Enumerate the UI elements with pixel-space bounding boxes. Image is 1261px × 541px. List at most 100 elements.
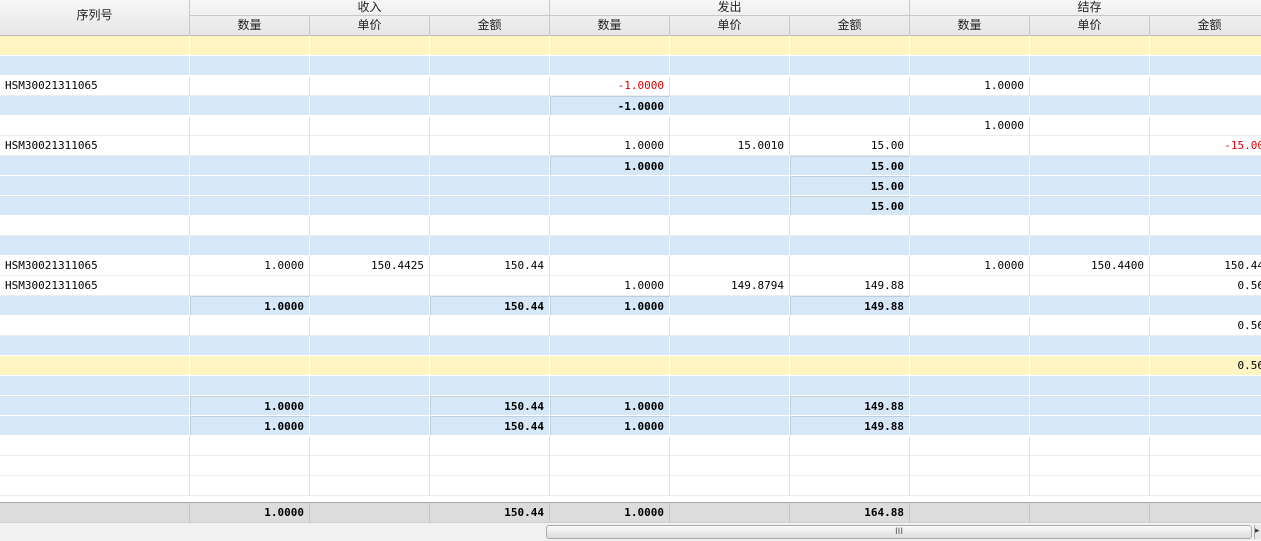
cell-serial[interactable]: HSM30021311065	[0, 256, 190, 276]
cell-income-price[interactable]	[310, 456, 430, 476]
cell-issue-amount[interactable]	[790, 256, 910, 276]
cell-balance-price[interactable]	[1030, 196, 1150, 216]
cell-income-price[interactable]	[310, 156, 430, 176]
cell-serial[interactable]	[0, 476, 190, 496]
cell-balance-qty[interactable]	[910, 236, 1030, 256]
cell-balance-qty[interactable]	[910, 316, 1030, 336]
cell-income-price[interactable]: 150.4425	[310, 256, 430, 276]
cell-issue-qty[interactable]: 1.0000	[550, 416, 670, 436]
table-row[interactable]: 15.00	[0, 196, 1261, 216]
cell-issue-price[interactable]	[670, 236, 790, 256]
cell-issue-qty[interactable]	[550, 476, 670, 496]
cell-serial[interactable]	[0, 456, 190, 476]
cell-income-qty[interactable]	[190, 96, 310, 116]
cell-serial[interactable]	[0, 156, 190, 176]
cell-issue-amount[interactable]: 15.00	[790, 176, 910, 196]
cell-balance-price[interactable]	[1030, 476, 1150, 496]
cell-serial[interactable]	[0, 176, 190, 196]
cell-serial[interactable]	[0, 216, 190, 236]
cell-balance-qty[interactable]	[910, 356, 1030, 376]
cell-balance-qty[interactable]	[910, 276, 1030, 296]
cell-income-qty[interactable]	[190, 76, 310, 96]
cell-balance-qty[interactable]	[910, 176, 1030, 196]
cell-issue-amount[interactable]: 15.00	[790, 196, 910, 216]
cell-serial[interactable]: HSM30021311065	[0, 76, 190, 96]
cell-balance-amount[interactable]: 0.56	[1150, 316, 1261, 336]
cell-balance-qty[interactable]	[910, 456, 1030, 476]
cell-income-price[interactable]	[310, 376, 430, 396]
cell-income-amount[interactable]	[430, 436, 550, 456]
cell-income-qty[interactable]	[190, 216, 310, 236]
cell-income-price[interactable]	[310, 336, 430, 356]
cell-serial[interactable]	[0, 416, 190, 436]
cell-balance-qty[interactable]	[910, 436, 1030, 456]
cell-balance-price[interactable]	[1030, 276, 1150, 296]
cell-issue-qty[interactable]	[550, 116, 670, 136]
cell-issue-price[interactable]	[670, 456, 790, 476]
cell-issue-qty[interactable]	[550, 356, 670, 376]
cell-issue-price[interactable]	[670, 176, 790, 196]
cell-balance-amount[interactable]	[1150, 196, 1261, 216]
column-header-income-qty[interactable]: 数量	[190, 16, 310, 36]
cell-balance-price[interactable]	[1030, 176, 1150, 196]
cell-income-amount[interactable]	[430, 36, 550, 56]
column-header-balance-qty[interactable]: 数量	[910, 16, 1030, 36]
cell-income-qty[interactable]: 1.0000	[190, 256, 310, 276]
table-row[interactable]: 0.56	[0, 316, 1261, 336]
cell-balance-qty[interactable]	[910, 416, 1030, 436]
cell-income-price[interactable]	[310, 176, 430, 196]
column-header-income-price[interactable]: 单价	[310, 16, 430, 36]
cell-income-amount[interactable]	[430, 236, 550, 256]
cell-income-amount[interactable]	[430, 216, 550, 236]
table-row[interactable]: 1.0000 150.44 1.0000 149.88	[0, 416, 1261, 436]
table-row[interactable]	[0, 236, 1261, 256]
cell-income-qty[interactable]	[190, 456, 310, 476]
cell-balance-price[interactable]	[1030, 296, 1150, 316]
cell-balance-price[interactable]	[1030, 76, 1150, 96]
cell-balance-amount[interactable]	[1150, 116, 1261, 136]
table-row[interactable]: HSM30021311065 1.0000149.8794149.88 0.56	[0, 276, 1261, 296]
cell-issue-amount[interactable]	[790, 216, 910, 236]
cell-income-qty[interactable]	[190, 336, 310, 356]
cell-issue-price[interactable]: 149.8794	[670, 276, 790, 296]
cell-balance-amount[interactable]	[1150, 76, 1261, 96]
cell-income-qty[interactable]	[190, 196, 310, 216]
cell-income-qty[interactable]: 1.0000	[190, 396, 310, 416]
cell-issue-qty[interactable]	[550, 36, 670, 56]
column-header-balance-price[interactable]: 单价	[1030, 16, 1150, 36]
table-row[interactable]	[0, 456, 1261, 476]
horizontal-scrollbar[interactable]: III ▸	[0, 522, 1261, 541]
cell-issue-qty[interactable]	[550, 56, 670, 76]
cell-serial[interactable]	[0, 436, 190, 456]
cell-issue-amount[interactable]: 15.00	[790, 136, 910, 156]
table-row[interactable]: HSM30021311065 1.0000 150.4425 150.44 1.0000…	[0, 256, 1261, 276]
cell-issue-amount[interactable]: 149.88	[790, 276, 910, 296]
cell-balance-price[interactable]	[1030, 436, 1150, 456]
cell-balance-amount[interactable]: 150.44	[1150, 256, 1261, 276]
cell-balance-qty[interactable]: 1.0000	[910, 116, 1030, 136]
cell-income-qty[interactable]	[190, 156, 310, 176]
cell-balance-qty[interactable]	[910, 216, 1030, 236]
cell-issue-price[interactable]	[670, 396, 790, 416]
cell-balance-amount[interactable]	[1150, 436, 1261, 456]
cell-balance-amount[interactable]	[1150, 236, 1261, 256]
cell-serial[interactable]	[0, 36, 190, 56]
cell-income-amount[interactable]	[430, 56, 550, 76]
cell-income-price[interactable]	[310, 416, 430, 436]
cell-serial[interactable]	[0, 356, 190, 376]
cell-income-price[interactable]	[310, 196, 430, 216]
cell-issue-amount[interactable]	[790, 436, 910, 456]
table-row[interactable]	[0, 376, 1261, 396]
column-header-issue-price[interactable]: 单价	[670, 16, 790, 36]
cell-serial[interactable]: HSM30021311065	[0, 136, 190, 156]
cell-income-qty[interactable]	[190, 316, 310, 336]
cell-balance-amount[interactable]	[1150, 416, 1261, 436]
cell-balance-amount[interactable]	[1150, 456, 1261, 476]
cell-income-amount[interactable]	[430, 276, 550, 296]
cell-balance-amount[interactable]	[1150, 36, 1261, 56]
table-row[interactable]	[0, 336, 1261, 356]
cell-issue-amount[interactable]	[790, 356, 910, 376]
cell-income-amount[interactable]	[430, 456, 550, 476]
scroll-right-arrow-icon[interactable]: ▸	[1254, 525, 1261, 539]
cell-income-qty[interactable]	[190, 136, 310, 156]
